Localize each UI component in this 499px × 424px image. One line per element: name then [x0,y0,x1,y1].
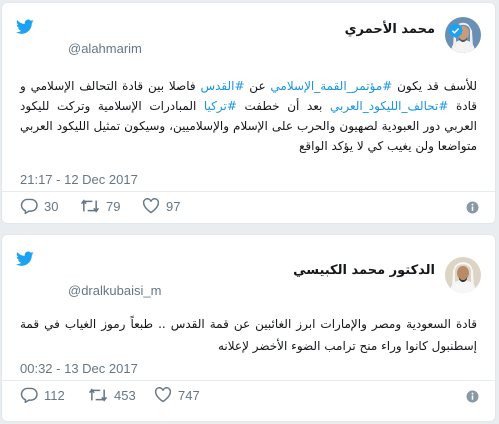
reply-count: 30 [44,198,59,214]
profile-photo-icon [445,257,481,293]
like-count: 97 [166,198,181,214]
reply-button[interactable]: 30 [20,198,58,214]
reply-icon [20,387,38,403]
divider [2,191,495,192]
like-button[interactable]: 747 [154,387,200,403]
tweet-text: للأسف قد يكون #مؤتمر_القمة_الإسلامي عن #… [20,79,477,153]
tweet-card[interactable]: الدكتور محمد الكبيسي @dralkubaisi_m قادة… [1,234,496,422]
retweet-count: 453 [114,387,136,403]
divider [2,380,495,381]
info-icon[interactable] [466,201,479,214]
author-handle[interactable]: @alahmarim [68,41,142,56]
reply-button[interactable]: 112 [20,387,65,403]
retweet-button[interactable]: 79 [80,198,120,214]
verified-badge-icon [448,23,463,38]
retweet-count: 79 [106,198,121,214]
hashtag-link[interactable]: #تحالف_الليكود_العربي [330,99,448,113]
author-name[interactable]: الدكتور محمد الكبيسي [293,263,435,278]
tweet-timestamp[interactable]: 21:17 - 12 Dec 2017 [20,172,138,187]
heart-icon [154,387,172,403]
retweet-icon [88,388,108,402]
hashtag-link[interactable]: #تركيا [204,99,237,113]
reply-icon [20,198,38,214]
hashtag-link[interactable]: #القدس [200,79,244,93]
like-count: 747 [178,387,200,403]
tweet-text: قادة السعودية ومصر والإمارات ابرز الغائب… [20,317,477,353]
tweet-card[interactable]: محمد الأحمري @alahmarim للأسف قد يكون #م… [1,2,496,224]
heart-icon [142,198,160,214]
author-name[interactable]: محمد الأحمري [345,22,435,37]
info-icon[interactable] [466,390,479,403]
hashtag-link[interactable]: #مؤتمر_القمة_الإسلامي [270,79,392,93]
tweet-timestamp[interactable]: 00:32 - 13 Dec 2017 [20,361,138,376]
reply-count: 112 [44,387,65,403]
retweet-icon [80,199,100,213]
avatar[interactable] [445,257,481,293]
twitter-bird-icon[interactable] [16,251,34,267]
twitter-bird-icon[interactable] [16,19,34,35]
author-handle[interactable]: @dralkubaisi_m [68,283,161,298]
like-button[interactable]: 97 [142,198,180,214]
retweet-button[interactable]: 453 [88,387,136,403]
